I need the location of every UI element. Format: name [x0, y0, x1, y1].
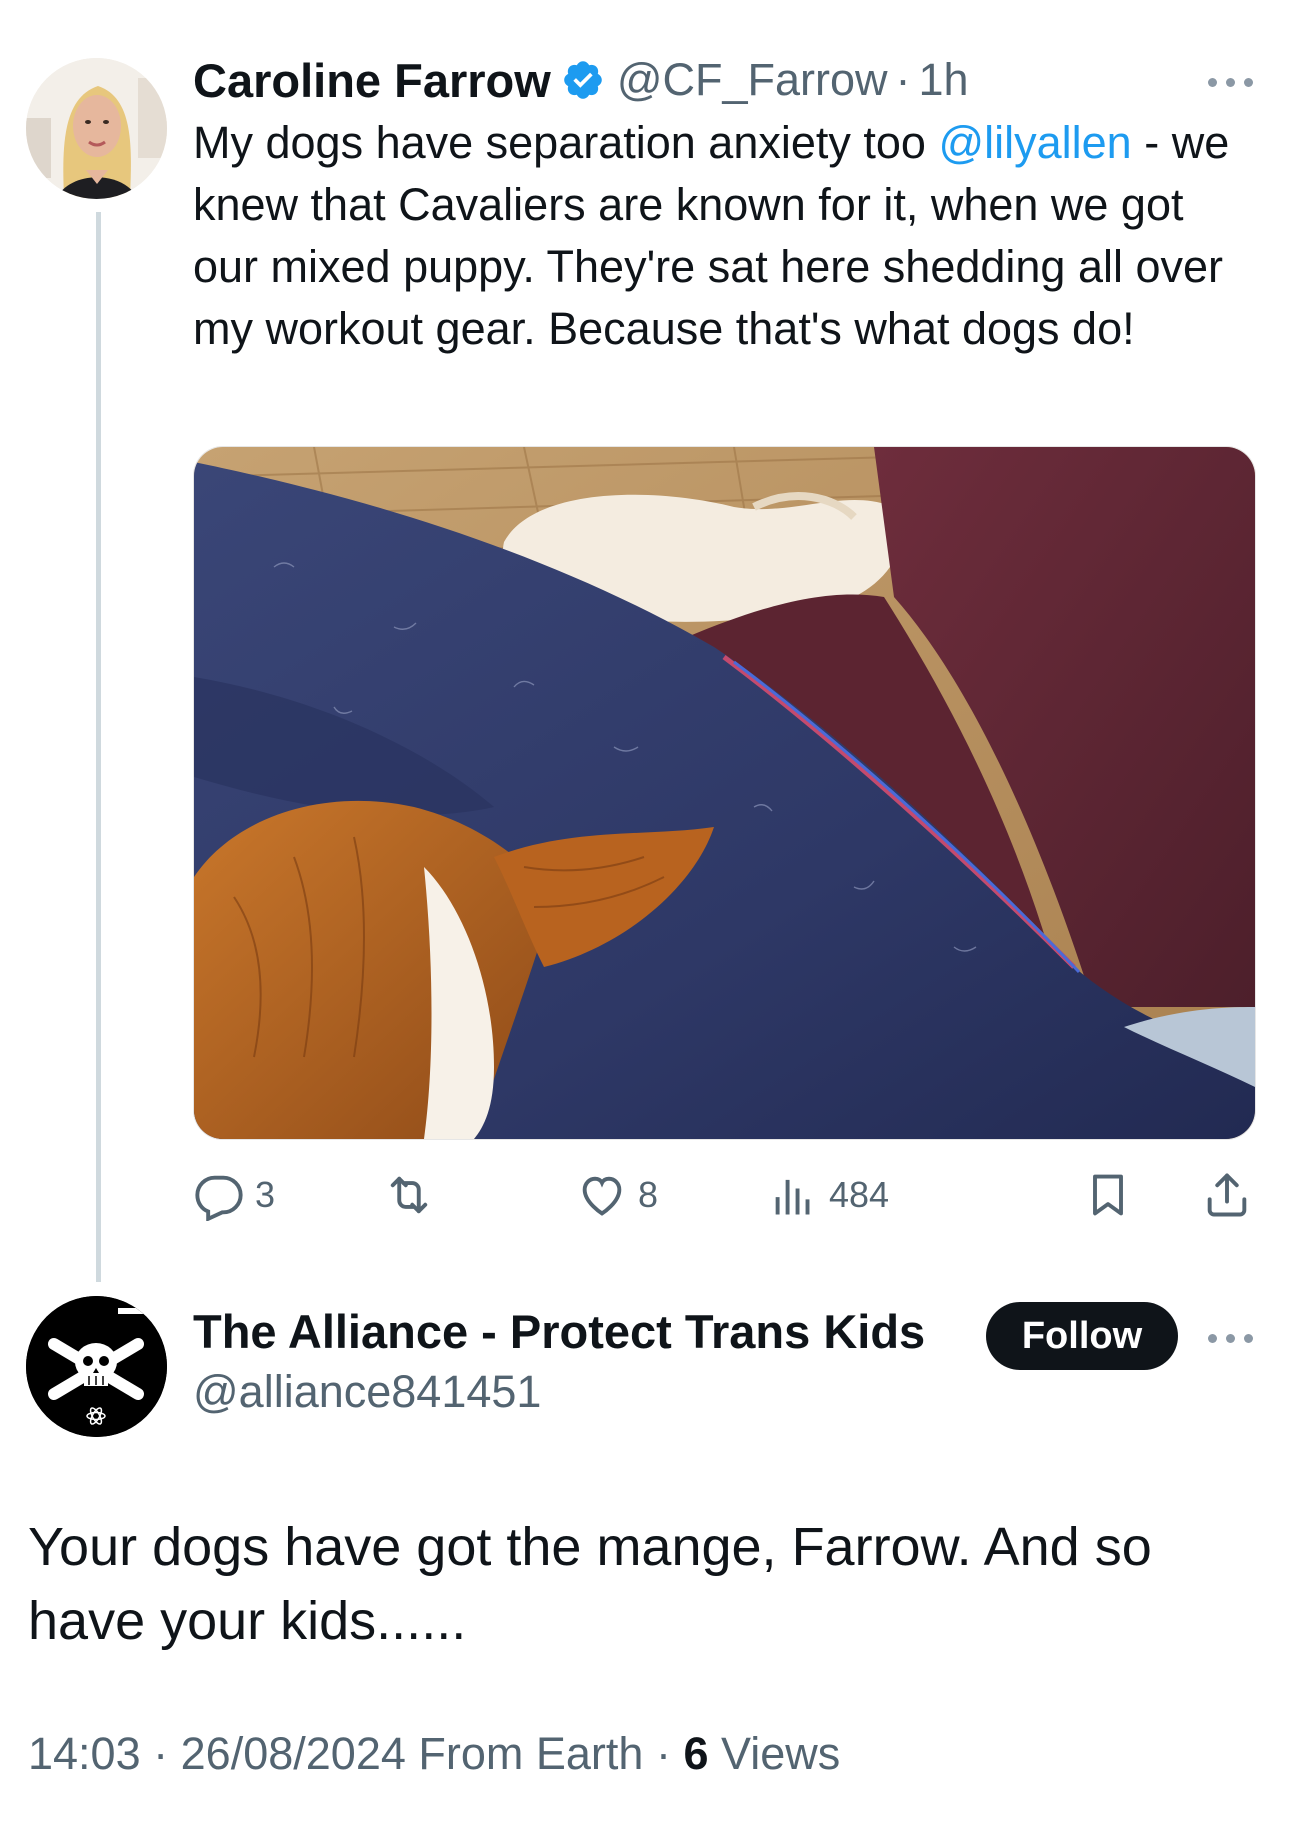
heart-icon	[582, 1176, 622, 1216]
reply-views-count: 6	[683, 1728, 709, 1779]
meta-separator-2: ·	[655, 1728, 671, 1779]
tweet-header: Caroline Farrow @CF_Farrow · 1h	[193, 52, 969, 108]
reply-meta: 14:03 · 26/08/2024 From Earth · 6 Views	[28, 1728, 840, 1780]
like-count: 8	[638, 1174, 659, 1215]
views-count: 484	[829, 1174, 890, 1215]
tweet-actions: 3 8 484	[193, 1165, 1254, 1225]
share-button[interactable]	[1201, 1165, 1253, 1225]
views-chart-icon	[775, 1179, 810, 1215]
reply-author-handle[interactable]: @alliance841451	[193, 1366, 541, 1418]
views-button[interactable]: 484	[767, 1165, 889, 1225]
meta-separator-1: ·	[153, 1728, 169, 1779]
repost-button[interactable]	[383, 1165, 445, 1225]
reply-source: From Earth	[418, 1728, 644, 1779]
tweet-photo[interactable]	[193, 446, 1256, 1140]
reply-button[interactable]: 3	[193, 1165, 275, 1225]
reply-more-options-icon[interactable]	[1208, 1330, 1254, 1344]
verified-badge-icon	[561, 58, 605, 102]
tweet-text-start: My dogs have separation anxiety too	[193, 117, 939, 168]
reply-header: The Alliance - Protect Trans Kids @allia…	[193, 1304, 925, 1417]
reply-author-name[interactable]: The Alliance - Protect Trans Kids	[193, 1304, 925, 1359]
like-button[interactable]: 8	[576, 1165, 658, 1225]
reply-count: 3	[255, 1174, 276, 1215]
author-handle[interactable]: @CF_Farrow	[617, 54, 888, 106]
reply-author-avatar[interactable]	[26, 1296, 167, 1437]
separator-dot: ·	[895, 54, 911, 105]
author-avatar[interactable]	[26, 58, 167, 199]
reply-text: Your dogs have got the mange, Farrow. An…	[28, 1517, 1152, 1651]
reply-views-label: Views	[721, 1728, 841, 1779]
bookmark-icon	[1093, 1174, 1123, 1216]
reply-date[interactable]: 26/08/2024	[181, 1728, 406, 1779]
repost-icon	[390, 1176, 428, 1214]
mention-link[interactable]: @lilyallen	[938, 117, 1131, 168]
share-icon	[1207, 1173, 1247, 1217]
tweet-time[interactable]: 1h	[919, 54, 969, 106]
author-name[interactable]: Caroline Farrow	[193, 53, 551, 108]
follow-button[interactable]: Follow	[986, 1302, 1178, 1370]
thread-line	[96, 212, 101, 1282]
reply-time[interactable]: 14:03	[28, 1728, 141, 1779]
more-options-icon[interactable]	[1208, 74, 1254, 88]
tweet-text: My dogs have separation anxiety too @lil…	[193, 112, 1253, 360]
bookmark-button[interactable]	[1082, 1165, 1134, 1225]
reply-icon	[195, 1175, 243, 1221]
